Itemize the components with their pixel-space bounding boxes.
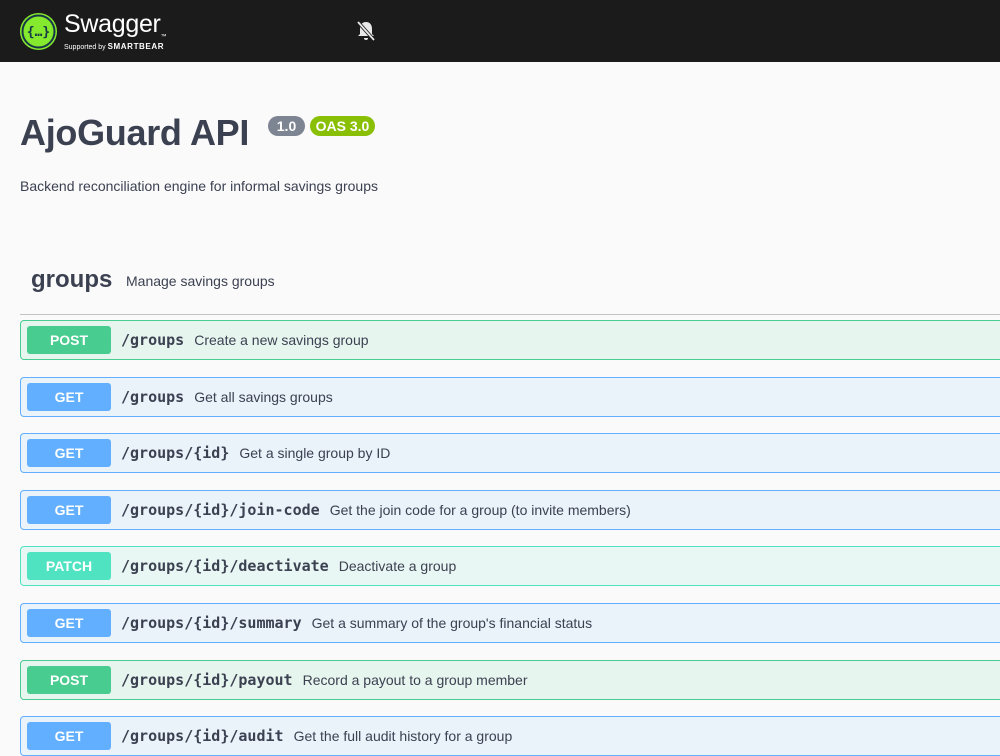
tag-name: groups: [31, 266, 113, 293]
operation-summary: Get a summary of the group's financial s…: [311, 615, 593, 631]
operation-path: /groups/{id}/payout: [121, 671, 293, 689]
api-description: Backend reconciliation engine for inform…: [20, 178, 378, 194]
logo-subtitle: Supported by SMARTBEAR: [64, 41, 165, 51]
operation-post-groups[interactable]: POST /groups Create a new savings group: [20, 320, 1000, 360]
topbar: {…} Swagger™ Supported by SMARTBEAR: [0, 0, 1000, 62]
operation-get-groups[interactable]: GET /groups Get all savings groups: [20, 377, 1000, 417]
operation-path: /groups/{id}/deactivate: [121, 557, 329, 575]
version-badge: 1.0: [268, 116, 305, 136]
operation-path: /groups/{id}/join-code: [121, 501, 320, 519]
method-badge: GET: [27, 722, 111, 750]
operation-summary: Get the full audit history for a group: [293, 728, 513, 744]
operation-get-summary[interactable]: GET /groups/{id}/summary Get a summary o…: [20, 603, 1000, 643]
operation-get-join-code[interactable]: GET /groups/{id}/join-code Get the join …: [20, 490, 1000, 530]
operation-summary: Get all savings groups: [194, 389, 333, 405]
operation-path: /groups: [121, 388, 185, 406]
method-badge: GET: [27, 496, 111, 524]
operation-summary: Get a single group by ID: [239, 445, 391, 461]
operation-summary: Create a new savings group: [194, 332, 369, 348]
operation-path: /groups/{id}/summary: [121, 614, 302, 632]
method-badge: PATCH: [27, 552, 111, 580]
method-badge: POST: [27, 326, 111, 354]
tag-section-header[interactable]: groups Manage savings groups: [20, 262, 1000, 315]
logo-title: Swagger™: [64, 9, 167, 40]
method-badge: POST: [27, 666, 111, 694]
method-badge: GET: [27, 439, 111, 467]
operation-patch-deactivate[interactable]: PATCH /groups/{id}/deactivate Deactivate…: [20, 546, 1000, 586]
operation-path: /groups/{id}/audit: [121, 727, 284, 745]
method-badge: GET: [27, 383, 111, 411]
operation-summary: Deactivate a group: [338, 558, 457, 574]
bell-slash-icon[interactable]: [356, 20, 376, 42]
method-badge: GET: [27, 609, 111, 637]
page-title: AjoGuard API: [20, 112, 250, 153]
operation-summary: Get the join code for a group (to invite…: [329, 502, 631, 518]
operation-get-audit[interactable]: GET /groups/{id}/audit Get the full audi…: [20, 716, 1000, 756]
swagger-logo[interactable]: {…} Swagger™ Supported by SMARTBEAR: [20, 9, 167, 52]
operation-path: /groups: [121, 331, 185, 349]
operation-summary: Record a payout to a group member: [302, 672, 528, 688]
oas-badge: OAS 3.0: [310, 116, 375, 136]
svg-text:{…}: {…}: [27, 25, 50, 40]
tag-description: Manage savings groups: [126, 273, 275, 289]
swagger-logo-icon: {…}: [20, 12, 57, 50]
operation-get-group-by-id[interactable]: GET /groups/{id} Get a single group by I…: [20, 433, 1000, 473]
operation-path: /groups/{id}: [121, 444, 230, 462]
operation-post-payout[interactable]: POST /groups/{id}/payout Record a payout…: [20, 660, 1000, 700]
